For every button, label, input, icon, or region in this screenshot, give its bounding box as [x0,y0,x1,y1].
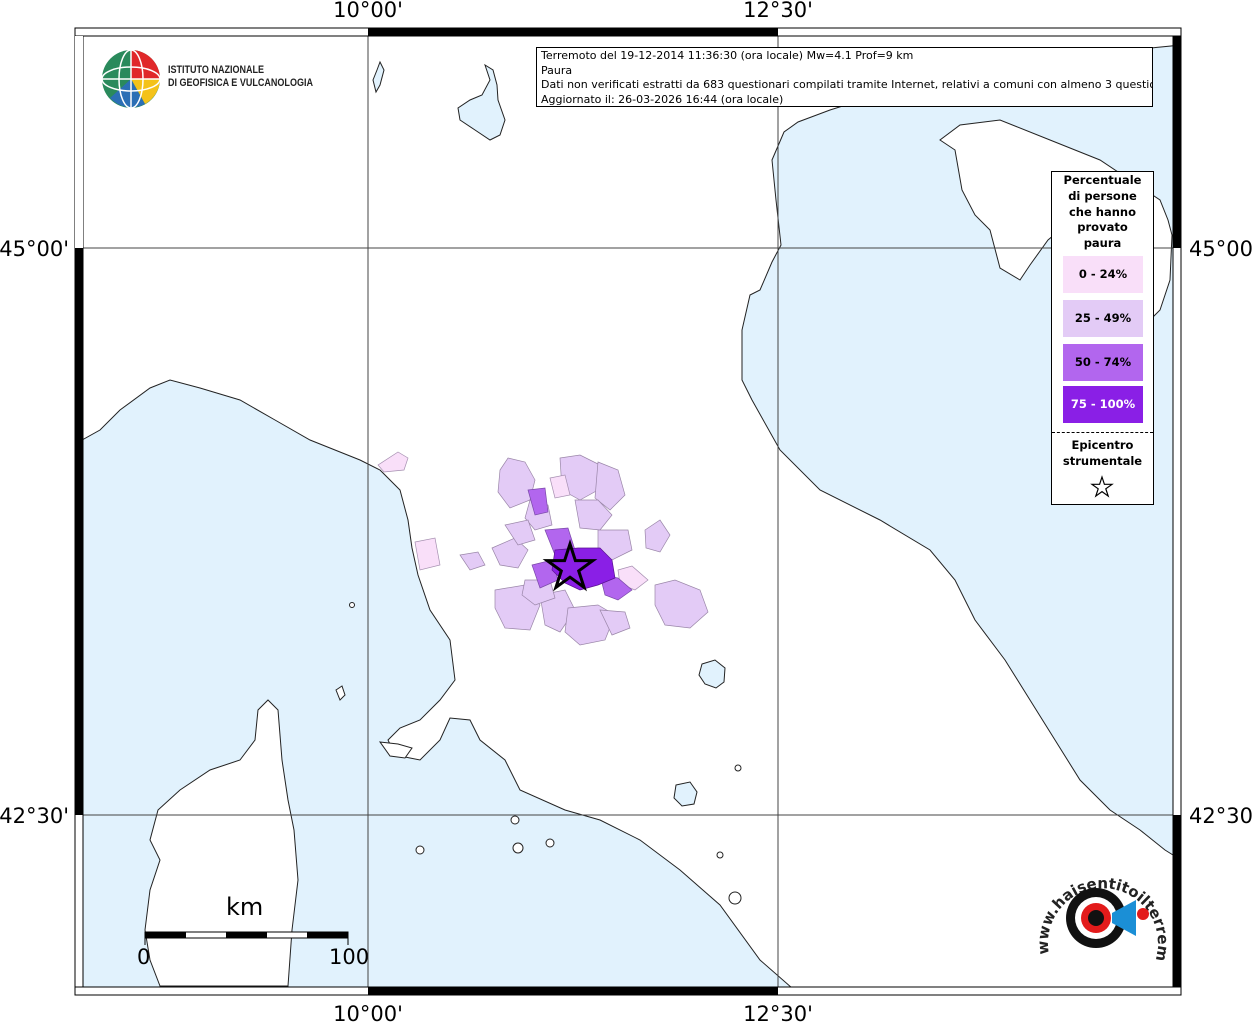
legend-title-line: di persone [1068,188,1137,203]
legend-class-50-74: 50 - 74% [1063,344,1143,381]
island [512,842,524,854]
event-info-box: Terremoto del 19-12-2014 11:36:30 (ora l… [536,47,1153,107]
island [510,815,520,825]
island [349,602,355,608]
globe-icon [101,49,161,109]
legend-separator [1052,432,1153,433]
legend-title-line: Percentuale [1063,173,1142,187]
star-icon [1090,475,1114,498]
island [716,851,724,859]
legend: Percentuale di persone che hanno provato… [1051,171,1154,505]
event-metric: Paura [541,63,573,77]
legend-class-75-100: 75 - 100% [1063,386,1143,423]
lon-label-bottom-2: 12°30' [743,1002,813,1024]
logo-line-2: DI GEOFISICA E VULCANOLOGIA [168,77,313,89]
lon-label-top-1: 10°00' [333,0,403,22]
lat-label-right-1: 45°00' [1189,237,1255,261]
island [545,838,555,848]
legend-epicenter-label: Epicentro strumentale [1052,437,1153,469]
scale-min: 0 [137,945,151,969]
event-note: Dati non verificati estratti da 683 ques… [541,78,1153,92]
island [734,764,742,772]
legend-epicenter-line: Epicentro [1071,438,1134,452]
legend-title-line: paura [1083,236,1122,251]
event-header: Terremoto del 19-12-2014 11:36:30 (ora l… [541,49,914,62]
legend-epicenter-line: strumentale [1062,454,1143,468]
megaphone-target-icon: www.haisentitoilterremoto.it [1028,858,1172,963]
legend-class-0-24: 0 - 24% [1063,256,1143,293]
logo-line-1: ISTITUTO NAZIONALE [168,64,265,76]
scale-unit: km [226,893,264,921]
lon-label-top-2: 12°30' [743,0,813,22]
lat-label-right-2: 42°30' [1189,804,1255,828]
island [728,891,742,905]
legend-title-line: provato [1077,220,1128,235]
ingv-logo: ISTITUTO NAZIONALE DI GEOFISICA E VULCAN… [100,46,313,110]
scale-max: 100 [329,945,370,969]
legend-title-line: che hanno [1068,204,1137,219]
lat-label-left-1: 45°00' [0,237,69,261]
legend-title: Percentuale di persone che hanno provato… [1052,173,1153,252]
event-updated: Aggiornato il: 26-03-2026 16:44 (ora loc… [541,92,784,106]
logo-text: ISTITUTO NAZIONALE DI GEOFISICA E VULCAN… [168,64,313,90]
lon-label-bottom-1: 10°00' [333,1002,403,1024]
island [415,845,425,855]
legend-class-25-49: 25 - 49% [1063,300,1143,337]
lat-label-left-2: 42°30' [0,804,69,828]
